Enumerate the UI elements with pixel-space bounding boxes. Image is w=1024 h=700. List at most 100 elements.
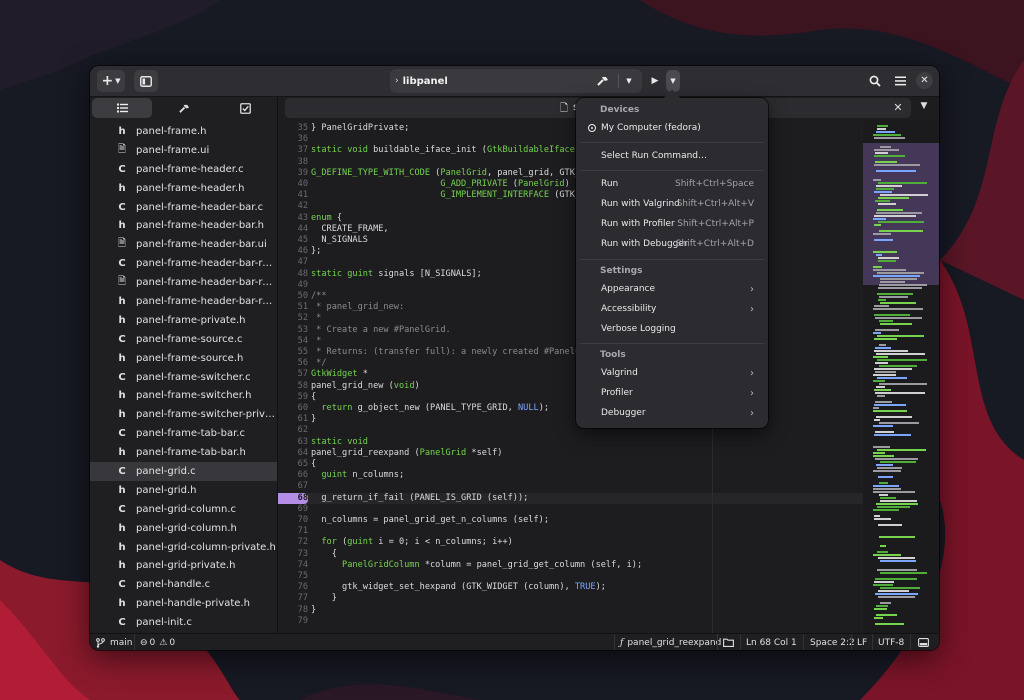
settings-menu-item[interactable]: Appearance › bbox=[580, 280, 764, 298]
minimap[interactable] bbox=[863, 121, 939, 633]
code-line[interactable]: 64 panel_grid_reexpand (PanelGrid *self) bbox=[278, 448, 863, 459]
file-tree-item[interactable]: Cpanel-frame-switcher.c bbox=[90, 368, 277, 387]
select-run-command-item[interactable]: Select Run Command… bbox=[580, 147, 764, 165]
file-tree-item[interactable]: h panel-frame-private.h bbox=[90, 311, 277, 330]
file-tree-item[interactable]: h panel-frame.h bbox=[90, 122, 277, 141]
code-line[interactable]: 66 guint n_columns; bbox=[278, 470, 863, 481]
tab-menu-button[interactable]: ▼ bbox=[917, 101, 931, 115]
file-tree-item[interactable]: h panel-handle-private.h bbox=[90, 594, 277, 613]
file-tree-item[interactable]: h panel-grid-column-private.h bbox=[90, 538, 277, 557]
settings-menu-item[interactable]: Verbose Logging bbox=[580, 320, 764, 338]
run-menu-item[interactable]: Run with Profiler Shift+Ctrl+Alt+P bbox=[580, 215, 764, 233]
code-line[interactable]: 46}; bbox=[278, 246, 863, 257]
code-line[interactable]: 47 bbox=[278, 257, 863, 268]
code-line[interactable]: 55 * Returns: (transfer full): a newly c… bbox=[278, 347, 863, 358]
toggle-sidebar-button[interactable] bbox=[134, 70, 158, 92]
code-line[interactable]: 35} PanelGridPrivate; bbox=[278, 123, 863, 134]
code-line[interactable]: 52 * bbox=[278, 313, 863, 324]
code-line[interactable]: 67 bbox=[278, 481, 863, 492]
code-line[interactable]: 65{ bbox=[278, 459, 863, 470]
code-line[interactable]: 40 G_ADD_PRIVATE (PanelGrid) bbox=[278, 179, 863, 190]
branch-indicator[interactable]: main bbox=[96, 634, 133, 650]
project-title-bar[interactable]: › libpanel ▼ bbox=[390, 69, 642, 93]
encoding-indicator[interactable]: UTF-8 bbox=[878, 634, 904, 650]
code-line[interactable]: 36 bbox=[278, 134, 863, 145]
tools-menu-item[interactable]: Debugger › bbox=[580, 404, 764, 422]
file-tree-item[interactable]: h panel-frame-header-bar.h bbox=[90, 216, 277, 235]
file-tree-item[interactable]: Cpanel-grid.c bbox=[90, 462, 277, 481]
code-line[interactable]: 58 panel_grid_new (void) bbox=[278, 381, 863, 392]
file-tree-item[interactable]: h panel-frame-header-bar-row… bbox=[90, 292, 277, 311]
file-tree-item[interactable]: Cpanel-frame-source.c bbox=[90, 330, 277, 349]
run-button[interactable]: ▶ bbox=[644, 70, 666, 92]
code-line[interactable]: 60 return g_object_new (PANEL_TYPE_GRID,… bbox=[278, 403, 863, 414]
run-menu-item[interactable]: Run with Valgrind Shift+Ctrl+Alt+V bbox=[580, 195, 764, 213]
code-line[interactable]: 37 static void buildable_iface_init (GtkB… bbox=[278, 145, 863, 156]
close-window-button[interactable]: ✕ bbox=[916, 72, 933, 89]
code-line[interactable]: 79 bbox=[278, 616, 863, 627]
run-menu-item[interactable]: Run Shift+Ctrl+Space bbox=[580, 175, 764, 193]
search-button[interactable] bbox=[864, 70, 886, 92]
code-line[interactable]: 43 enum { bbox=[278, 213, 863, 224]
file-tree-item[interactable]: 🗎 panel-frame.ui bbox=[90, 141, 277, 160]
tab-todo[interactable] bbox=[216, 98, 274, 118]
code-line[interactable]: 71 bbox=[278, 526, 863, 537]
line-ending-indicator[interactable]: LF bbox=[857, 634, 867, 650]
code-line[interactable]: 75 bbox=[278, 571, 863, 582]
file-tree-item[interactable]: Cpanel-frame-tab-bar.c bbox=[90, 424, 277, 443]
tab-build[interactable] bbox=[154, 98, 214, 118]
code-line[interactable]: 45 N_SIGNALS bbox=[278, 235, 863, 246]
code-line[interactable]: 61} bbox=[278, 414, 863, 425]
build-button[interactable] bbox=[594, 72, 612, 90]
file-tree-item[interactable]: Cpanel-frame-header-bar-row.c bbox=[90, 254, 277, 273]
code-line[interactable]: 56 */ bbox=[278, 358, 863, 369]
code-line[interactable]: 69 bbox=[278, 504, 863, 515]
folder-button[interactable] bbox=[723, 634, 734, 650]
file-tree-item[interactable]: Cpanel-frame-header-bar.c bbox=[90, 198, 277, 217]
settings-menu-item[interactable]: Accessibility › bbox=[580, 300, 764, 318]
code-line[interactable]: 41 G_IMPLEMENT_INTERFACE (GTK_T bbox=[278, 190, 863, 201]
tools-menu-item[interactable]: Valgrind › bbox=[580, 364, 764, 382]
file-tree-item[interactable]: Cpanel-grid-column.c bbox=[90, 500, 277, 519]
code-line[interactable]: 39 G_DEFINE_TYPE_WITH_CODE (PanelGrid, pa… bbox=[278, 168, 863, 179]
run-menu-button[interactable]: ▼ bbox=[666, 70, 680, 92]
symbol-indicator[interactable]: ƒ panel_grid_reexpand bbox=[620, 634, 721, 650]
file-tree-item[interactable]: h panel-frame-source.h bbox=[90, 349, 277, 368]
code-line[interactable]: 72 for (guint i = 0; i < n_columns; i++) bbox=[278, 537, 863, 548]
file-tree-item[interactable]: Cpanel-frame-header.c bbox=[90, 160, 277, 179]
file-tree-item[interactable]: h panel-frame-switcher.h bbox=[90, 386, 277, 405]
new-menu-button[interactable]: + ▼ bbox=[97, 70, 125, 92]
file-tree-item[interactable]: h panel-frame-switcher-private.h bbox=[90, 405, 277, 424]
code-line[interactable]: 70 n_columns = panel_grid_get_n_columns … bbox=[278, 515, 863, 526]
file-tree-item[interactable]: 🗎 panel-frame-header-bar-row.ui bbox=[90, 273, 277, 292]
file-tree-item[interactable]: 🗎 panel-frame-header-bar.ui bbox=[90, 235, 277, 254]
code-line[interactable]: 77 } bbox=[278, 593, 863, 604]
run-menu-item[interactable]: Run with Debugger Shift+Ctrl+Alt+D bbox=[580, 235, 764, 253]
device-item[interactable]: My Computer (fedora) bbox=[580, 119, 764, 137]
file-tree-item[interactable]: Cpanel-init.c bbox=[90, 613, 277, 632]
indentation-indicator[interactable]: Space 2:2 bbox=[810, 634, 855, 650]
tab-project-tree[interactable] bbox=[92, 98, 152, 118]
main-menu-button[interactable] bbox=[889, 70, 911, 92]
code-line[interactable]: 53 * Create a new #PanelGrid. bbox=[278, 325, 863, 336]
diagnostics-indicator[interactable]: ⊖ 0 ⚠ 0 bbox=[140, 634, 175, 650]
file-tree-item[interactable]: h panel-grid-column.h bbox=[90, 519, 277, 538]
code-line[interactable]: 48 static guint signals [N_SIGNALS]; bbox=[278, 269, 863, 280]
file-tree-item[interactable]: h panel-frame-tab-bar.h bbox=[90, 443, 277, 462]
code-line[interactable]: 68 g_return_if_fail (PANEL_IS_GRID (self… bbox=[278, 492, 863, 504]
file-tree-item[interactable]: Cpanel-handle.c bbox=[90, 575, 277, 594]
code-line[interactable]: 44 CREATE_FRAME, bbox=[278, 224, 863, 235]
build-menu-button[interactable]: ▼ bbox=[621, 72, 637, 90]
code-line[interactable]: 62 bbox=[278, 425, 863, 436]
tools-menu-item[interactable]: Profiler › bbox=[580, 384, 764, 402]
code-line[interactable]: 57 GtkWidget * bbox=[278, 369, 863, 380]
code-line[interactable]: 78} bbox=[278, 605, 863, 616]
code-line[interactable]: 38 bbox=[278, 157, 863, 168]
code-line[interactable]: 73 { bbox=[278, 549, 863, 560]
code-line[interactable]: 59{ bbox=[278, 392, 863, 403]
code-line[interactable]: 54 * bbox=[278, 336, 863, 347]
source-view[interactable]: 35} PanelGridPrivate; 36 37 static void bui… bbox=[278, 121, 863, 633]
code-line[interactable]: 49 bbox=[278, 280, 863, 291]
code-line[interactable]: 50/** bbox=[278, 291, 863, 302]
panel-toggle-button[interactable] bbox=[918, 634, 929, 650]
